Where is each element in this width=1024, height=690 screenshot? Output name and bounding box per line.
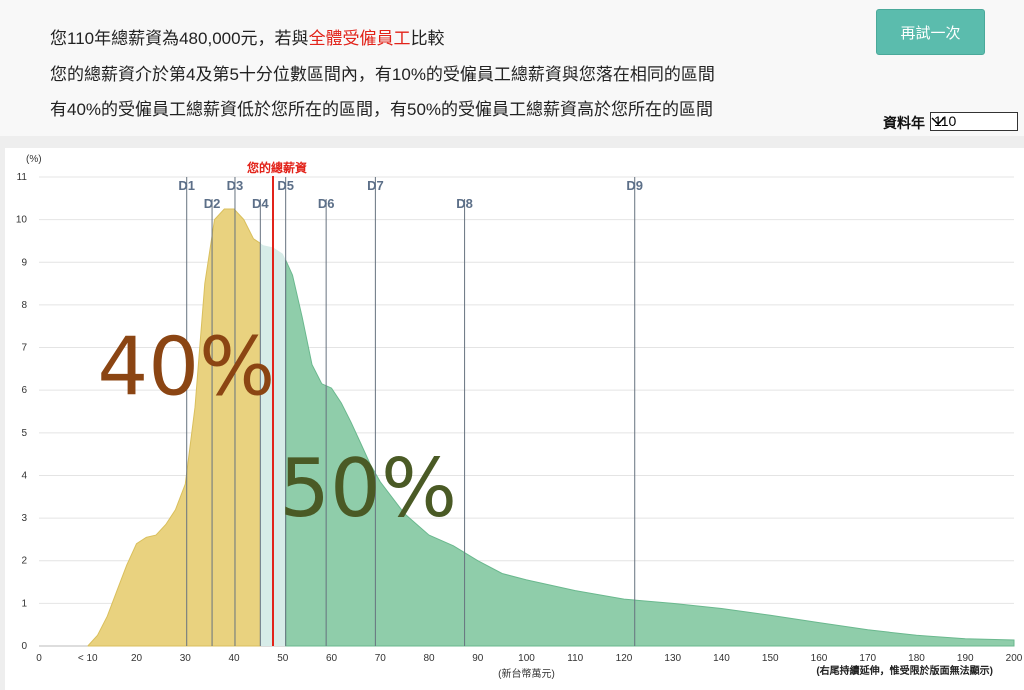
- x-tick-label: 170: [859, 653, 876, 664]
- decile-label: D7: [367, 178, 384, 193]
- summary-panel: 您110年總薪資為480,000元，若與全體受僱員工比較 您的總薪資介於第4及第…: [0, 0, 1024, 136]
- x-tick-label: 70: [375, 653, 387, 664]
- summary-line-1: 您110年總薪資為480,000元，若與全體受僱員工比較: [50, 24, 445, 49]
- x-tick-label: 100: [518, 653, 535, 664]
- year-select[interactable]: 110: [930, 112, 1018, 131]
- y-tick-label: 0: [21, 641, 27, 652]
- x-tick-label: 180: [908, 653, 925, 664]
- x-tick-label: 190: [957, 653, 974, 664]
- x-tick-label: 50: [277, 653, 289, 664]
- below-percentage: 40%: [97, 320, 275, 413]
- above-percentage: 50%: [279, 442, 457, 535]
- x-tick-label: 200: [1006, 653, 1023, 664]
- x-tick-label: 0: [36, 653, 42, 664]
- distribution-chart: 0 1 2 3 4 5 6 7 8 9 10 11 (%) D1 D2 D3 D4 D5 D6 D7 D8 D9 您的總薪資…: [5, 148, 1024, 690]
- y-tick-label: 1: [21, 598, 27, 609]
- x-tick-label: < 10: [78, 653, 98, 664]
- comparison-group-highlight: 全體受僱員工: [308, 29, 411, 48]
- area-below-band: [87, 208, 261, 647]
- x-tick-label: 80: [423, 653, 435, 664]
- x-tick-label: 60: [326, 653, 338, 664]
- decile-label: D4: [252, 196, 269, 211]
- x-tick-label: 90: [472, 653, 484, 664]
- decile-label: D2: [204, 196, 221, 211]
- x-tick-label: 30: [180, 653, 192, 664]
- y-tick-label: 2: [21, 556, 27, 567]
- x-tick-label: 150: [762, 653, 779, 664]
- decile-label: D9: [626, 178, 643, 193]
- x-tick-label: 40: [228, 653, 240, 664]
- chevron-down-icon: [931, 117, 945, 126]
- y-tick-label: 10: [16, 215, 28, 226]
- x-tick-label: 20: [131, 653, 143, 664]
- x-tick-label: 160: [811, 653, 828, 664]
- x-axis-note: (右尾持續延伸，惟受限於版面無法顯示): [816, 664, 993, 677]
- x-tick-label: 140: [713, 653, 730, 664]
- y-tick-label: 6: [21, 385, 27, 396]
- x-tick-label: 110: [567, 653, 583, 664]
- decile-label: D1: [178, 178, 195, 193]
- y-tick-label: 7: [21, 343, 27, 354]
- y-tick-label: 9: [21, 257, 27, 268]
- x-axis-label: (新台幣萬元): [498, 667, 555, 680]
- summary-line-3: 有40%的受僱員工總薪資低於您所在的區間，有50%的受僱員工總薪資高於您所在的區…: [50, 100, 714, 119]
- decile-label: D6: [318, 196, 335, 211]
- y-tick-label: 4: [21, 470, 27, 481]
- x-tick-label: 130: [664, 653, 681, 664]
- y-tick-label: 11: [17, 172, 28, 183]
- retry-button[interactable]: 再試一次: [876, 9, 985, 55]
- summary-line-1-text: 您110年總薪資為480,000元，若與: [50, 29, 309, 48]
- chart-svg: 0 1 2 3 4 5 6 7 8 9 10 11 (%) D1 D2 D3 D4 D5 D6 D7 D8 D9 您的總薪資…: [16, 154, 1023, 680]
- decile-label: D8: [456, 196, 473, 211]
- x-tick-label: 120: [616, 653, 633, 664]
- summary-line-1-suffix: 比較: [410, 29, 445, 48]
- decile-label: D3: [227, 178, 244, 193]
- decile-label: D5: [277, 178, 294, 193]
- your-salary-label: 您的總薪資: [247, 160, 307, 175]
- summary-line-2: 您的總薪資介於第4及第5十分位數區間內，有10%的受僱員工總薪資與您落在相同的區…: [50, 65, 715, 84]
- y-tick-label: 3: [21, 513, 27, 524]
- y-tick-label: 5: [21, 428, 27, 439]
- y-axis-unit: (%): [26, 154, 42, 165]
- year-label: 資料年: [883, 115, 925, 131]
- y-tick-label: 8: [21, 300, 27, 311]
